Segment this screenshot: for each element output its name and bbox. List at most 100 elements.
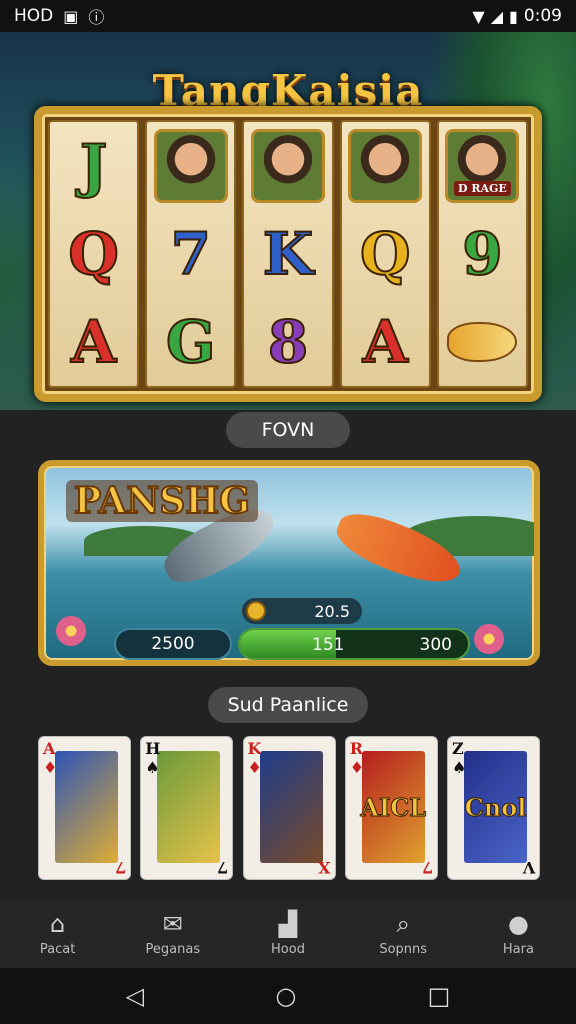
card-rank-text: Z xyxy=(452,739,464,758)
playing-card[interactable]: A ♦ 7 xyxy=(38,736,131,880)
signal-icon: ◢ xyxy=(490,6,503,26)
portrait-symbol: D RAGE xyxy=(439,122,526,210)
card-rank: Z ♠ xyxy=(452,739,466,777)
card-suit-icon: ♦ xyxy=(349,758,365,777)
section-label-button[interactable]: FOVN xyxy=(226,412,350,448)
card-corner-bottom: 7 xyxy=(114,858,126,877)
progress-max: 300 xyxy=(419,635,452,655)
card-suit-icon: ♠ xyxy=(452,758,467,777)
fishing-title: PANSHG xyxy=(66,479,259,523)
coin-counter: 20.5 xyxy=(242,598,362,624)
bag-icon: ▟ xyxy=(278,909,298,938)
reel-symbol: 9 xyxy=(461,219,503,289)
portrait-tag: D RAGE xyxy=(453,181,511,196)
flower-decoration xyxy=(474,624,504,654)
nav-item-sopnns[interactable]: ⌕ Sopnns xyxy=(346,900,461,968)
reel-symbol: A xyxy=(70,307,117,377)
playing-card[interactable]: AICL R ♦ 7 xyxy=(344,736,438,880)
coin-value: 20.5 xyxy=(314,601,350,621)
nav-item-peganas[interactable]: ✉ Peganas xyxy=(115,900,230,968)
home-icon: ⌂ xyxy=(49,909,66,938)
reel: QA xyxy=(339,120,431,388)
progress-bar: 151 300 xyxy=(238,628,470,660)
card-artwork xyxy=(157,751,221,863)
fish-symbol xyxy=(439,298,526,386)
nav-label: Hood xyxy=(271,941,305,957)
playing-card[interactable]: H ♠ 7 xyxy=(140,736,234,880)
portrait-icon xyxy=(153,129,228,203)
mail-icon: ✉ xyxy=(162,909,183,938)
portrait-icon xyxy=(251,129,325,203)
reel-symbol: Q xyxy=(67,219,120,289)
reel: D RAGE 9 xyxy=(436,120,529,388)
portrait-icon: D RAGE xyxy=(445,129,520,203)
card-rank-text: H xyxy=(145,739,161,758)
system-navigation-bar: ◁ ○ □ xyxy=(0,968,576,1024)
progress-value: 151 xyxy=(312,635,345,655)
nav-label: Pacat xyxy=(39,941,76,957)
nav-item-pacat[interactable]: ⌂ Pacat xyxy=(0,900,115,968)
profile-icon: ● xyxy=(507,909,529,938)
card-suit-icon: ♠ xyxy=(145,758,160,777)
carrier-label: HOD xyxy=(14,6,54,26)
nav-item-hood[interactable]: ▟ Hood xyxy=(230,900,345,968)
card-rank-text: A xyxy=(43,739,56,758)
card-rank-text: K xyxy=(247,739,262,758)
card-suit-icon: ♦ xyxy=(247,758,262,777)
nav-label: Peganas xyxy=(145,941,201,957)
nav-item-hara[interactable]: ● Hara xyxy=(461,900,576,968)
section-label-button-2[interactable]: Sud Paanlice xyxy=(208,687,368,723)
reel-symbol: 8 xyxy=(267,307,309,377)
clock: 0:09 xyxy=(523,6,562,26)
card-artwork xyxy=(55,751,118,863)
reel-symbol: Q xyxy=(359,219,412,289)
info-notification-icon: ⓘ xyxy=(88,8,105,27)
flower-decoration xyxy=(56,616,86,646)
reel-symbol: G xyxy=(165,307,217,377)
battery-icon: ▮ xyxy=(509,6,518,26)
reel-symbol: J xyxy=(79,131,108,201)
reel-symbol: A xyxy=(362,307,409,377)
score-box: 2500 xyxy=(114,628,232,660)
playing-card[interactable]: K ♦ X xyxy=(242,736,336,880)
playing-card[interactable]: Cnol Z ♠ V xyxy=(447,736,540,880)
wifi-icon: ▼ xyxy=(472,6,485,26)
card-corner-bottom: V xyxy=(522,858,535,877)
reel-symbol: 7 xyxy=(170,219,212,289)
card-row: A ♦ 7 H ♠ 7 K ♦ X AICL R ♦ 7 Cnol Z ♠ V xyxy=(38,736,540,880)
reels: JQA7GK8QAD RAGE 9 xyxy=(48,120,529,388)
card-rank: A ♦ xyxy=(43,739,57,777)
portrait-symbol xyxy=(342,122,429,210)
card-artwork: AICL xyxy=(360,751,427,863)
card-suit-icon: ♦ xyxy=(43,758,58,777)
search-icon: ⌕ xyxy=(396,909,410,938)
reel: JQA xyxy=(48,120,140,388)
portrait-symbol xyxy=(147,122,234,210)
card-artwork: Cnol xyxy=(464,751,527,863)
slot-frame[interactable]: JQA7GK8QAD RAGE 9 xyxy=(34,106,542,402)
card-rank-text: R xyxy=(349,739,364,758)
card-rank: K ♦ xyxy=(248,739,262,777)
slot-machine-area: TangKaisia JQA7GK8QAD RAGE 9 xyxy=(0,32,576,410)
image-notification-icon: ▣ xyxy=(63,6,79,26)
card-corner-bottom: 7 xyxy=(421,858,433,877)
home-circle-icon[interactable]: ○ xyxy=(275,982,296,1010)
fish-icon xyxy=(447,322,518,362)
status-bar: HOD ▣ ⓘ ▼ ◢ ▮ 0:09 xyxy=(0,0,576,32)
reel: 7G xyxy=(145,120,237,388)
card-artwork xyxy=(259,751,323,863)
reel: K8 xyxy=(242,120,334,388)
portrait-symbol xyxy=(244,122,331,210)
card-corner-bottom: 7 xyxy=(217,858,229,877)
nav-label: Sopnns xyxy=(379,941,428,957)
coin-icon xyxy=(246,601,266,621)
recents-icon[interactable]: □ xyxy=(428,982,451,1010)
card-rank: R ♦ xyxy=(350,739,364,777)
bottom-navigation: ⌂ Pacat ✉ Peganas ▟ Hood ⌕ Sopnns ● Hara xyxy=(0,900,576,968)
card-rank: H ♠ xyxy=(145,739,160,777)
fishing-panel[interactable]: PANSHG 20.5 2500 151 300 xyxy=(38,460,540,666)
portrait-icon xyxy=(348,129,423,203)
reel-symbol: K xyxy=(262,219,314,289)
card-corner-bottom: X xyxy=(318,858,331,877)
back-icon[interactable]: ◁ xyxy=(126,982,144,1010)
